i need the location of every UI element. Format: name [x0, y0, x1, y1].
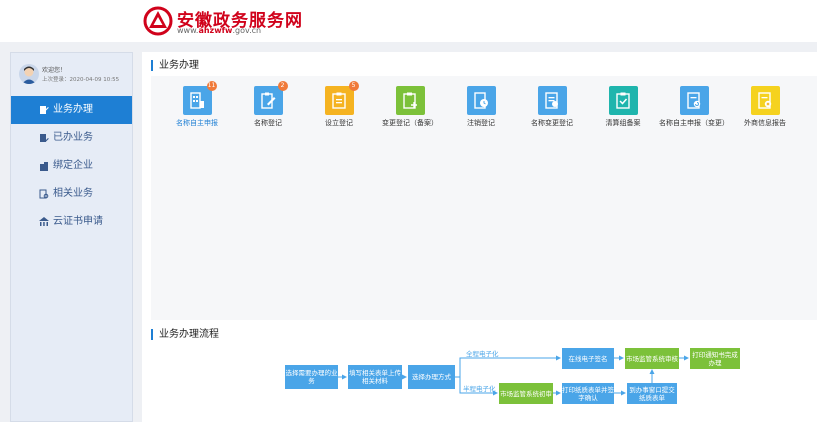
flow-step-select-method: 选择办理方式 [408, 365, 455, 389]
flow-step-fill-forms: 填写相关表单上传相关材料 [348, 365, 402, 389]
flow-step-review: 市场监管系统审核 [625, 348, 679, 369]
site-header: 安徽政务服务网 www.ahzwfw.gov.cn [0, 0, 817, 42]
sidebar-item-label: 绑定企业 [53, 160, 93, 171]
flow-step-print-notice: 打印通知书完成办理 [690, 348, 740, 369]
doc-search-icon [39, 189, 49, 199]
avatar [19, 64, 39, 84]
sidebar-item-label: 已办业务 [53, 132, 93, 143]
flow-step-e-sign: 在线电子签名 [562, 348, 614, 369]
sidebar-item-bind-enterprise[interactable]: 绑定企业 [11, 152, 132, 180]
flow-step-select-business: 选择需要办理的业务 [285, 365, 338, 389]
user-info: 欢迎您！ 上次登录：2020-04-09 10:55 [11, 53, 132, 95]
sidebar-item-business[interactable]: 业务办理 [11, 96, 132, 124]
sidebar-item-cloud-cert[interactable]: 云证书申请 [11, 208, 132, 236]
bank-icon [39, 217, 49, 226]
sidebar-item-related[interactable]: 相关业务 [11, 180, 132, 208]
sidebar-item-label: 业务办理 [53, 104, 93, 115]
site-logo-icon [143, 6, 173, 36]
edit-doc-icon [40, 106, 49, 114]
flow-step-submit-window: 到办事窗口提交纸质表单 [627, 383, 677, 404]
flow-branch-half-electronic: 半程电子化 [463, 385, 496, 393]
flow-step-preliminary-review: 市场监管系统初审 [499, 383, 553, 404]
flow-branch-full-electronic: 全程电子化 [466, 350, 499, 358]
sidebar: 欢迎您！ 上次登录：2020-04-09 10:55 业务办理 已办业务 绑定企… [10, 52, 133, 422]
site-url: www.ahzwfw.gov.cn [177, 26, 262, 35]
sidebar-item-label: 相关业务 [53, 188, 93, 199]
sidebar-item-label: 云证书申请 [53, 216, 103, 227]
last-login-text: 上次登录：2020-04-09 10:55 [42, 77, 120, 83]
main-content: 业务办理 11 名称自主申报 2 名称登记 5 设立登记 变更登记（备案） 注销… [142, 52, 817, 422]
doc-pen-icon [40, 134, 49, 142]
flow-step-print-forms: 打印纸质表单并签字确认 [562, 383, 614, 404]
sidebar-item-completed[interactable]: 已办业务 [11, 124, 132, 152]
building-icon [40, 162, 48, 171]
welcome-text: 欢迎您！ [42, 67, 67, 74]
user-avatar-icon [22, 66, 36, 84]
sidebar-menu: 业务办理 已办业务 绑定企业 相关业务 云证书申请 [11, 96, 132, 236]
